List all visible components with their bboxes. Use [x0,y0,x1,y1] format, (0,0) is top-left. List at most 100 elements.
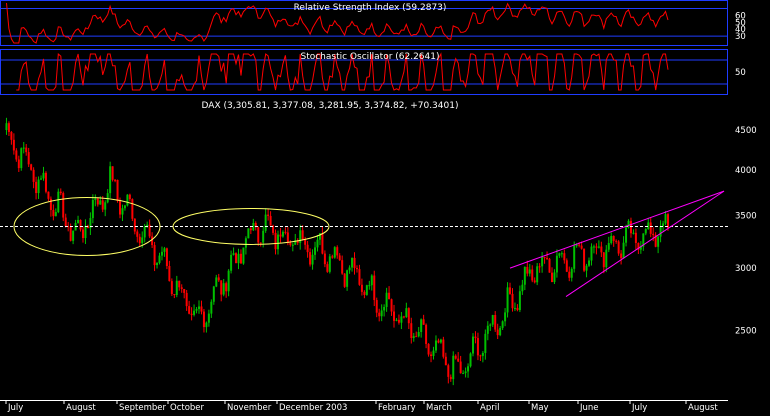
candle-body [311,254,314,265]
candle-body [486,325,489,334]
candle-body [99,200,102,205]
x-tick-label: August [688,403,718,412]
candle-body [439,339,442,343]
candle-body [247,228,250,239]
candle-body [573,246,576,269]
candle-body [81,229,84,239]
candle-body [338,255,341,261]
candle-body [20,148,23,169]
x-axis: July August September October November Decemb… [0,400,728,413]
candle-body [106,193,109,203]
candle-body [432,350,435,356]
candle-body [138,236,141,244]
rsi-y-tick: 60 [735,11,746,21]
candle-body [501,321,504,328]
x-tick-label: October [170,403,205,412]
candle-body [363,291,366,295]
candle-body [195,309,198,311]
candle-body [560,253,563,255]
candle-body [269,215,272,226]
rsi-panel: Relative Strength Index (59.2873) 304050… [0,0,746,46]
candle-body [368,285,371,287]
candle-body [114,179,117,181]
candle-body [284,231,287,233]
candle-body [111,166,114,180]
candle-body [306,244,309,253]
candle-body [405,308,408,318]
candle-body [91,199,94,219]
candle-body [476,338,479,356]
candle-body [168,265,171,282]
candle-body [35,181,38,194]
candle-body [44,172,47,192]
candle-body [489,324,492,326]
candle-body [370,275,373,286]
candle-body [427,343,430,355]
candle-body [274,232,277,250]
candle-body [190,313,193,315]
candle-body [37,179,40,194]
chart-svg: Relative Strength Index (59.2873) 304050… [0,0,757,413]
candle-body [555,255,558,273]
candle-body [553,272,556,283]
candle-body [422,319,425,325]
candle-body [119,200,122,215]
candle-body [62,193,65,218]
candle-body [568,271,571,278]
candle-body [474,336,477,339]
candle-body [227,270,230,292]
candle-body [657,236,660,247]
price-y-tick: 3000 [735,264,757,274]
x-tick-label: December 2003 [279,403,347,412]
candle-body [420,319,423,332]
candle-body [143,226,146,238]
candle-body [22,147,25,149]
candle-body [467,366,470,372]
candle-body [592,246,595,248]
candle-body [232,253,235,255]
rsi-y-axis: 30405060 [735,11,746,42]
candle-body [160,251,163,256]
candle-body [558,253,561,256]
candle-body [163,248,166,252]
candle-body [200,306,203,312]
candle-body [518,291,521,311]
chart-root: Relative Strength Index (59.2873) 30 40 50… [0,0,770,413]
candle-body [444,356,447,366]
candle-body [262,230,265,243]
candle-body [583,248,586,271]
candle-body [375,300,378,313]
candle-body [481,353,484,356]
candle-body [239,253,242,264]
candle-body [101,200,104,210]
candle-body [390,299,393,312]
candle-body [538,266,541,268]
candle-body [479,355,482,357]
channel-upper-line [509,190,725,269]
candle-body [123,205,126,209]
price-y-tick: 3500 [735,212,757,222]
candle-body [536,266,539,283]
candle-body [109,166,112,194]
candle-body [47,191,50,199]
candle-body [7,123,10,132]
candle-body [412,336,415,339]
candle-body [634,232,637,243]
candle-body [156,262,159,266]
candle-body [459,361,462,374]
candle-body [343,273,346,287]
candle-body [178,280,181,288]
candle-body [644,229,647,234]
candle-body [447,365,450,377]
candle-body [563,253,566,261]
candle-body [336,247,339,256]
candle-body [358,269,361,285]
candle-body [652,233,655,236]
candle-body [158,255,161,263]
candle-body [452,355,455,380]
candle-body [351,257,354,268]
channel-lower-line [565,190,725,297]
candle-body [629,220,632,234]
candle-body [249,228,252,231]
candle-body [54,212,57,217]
